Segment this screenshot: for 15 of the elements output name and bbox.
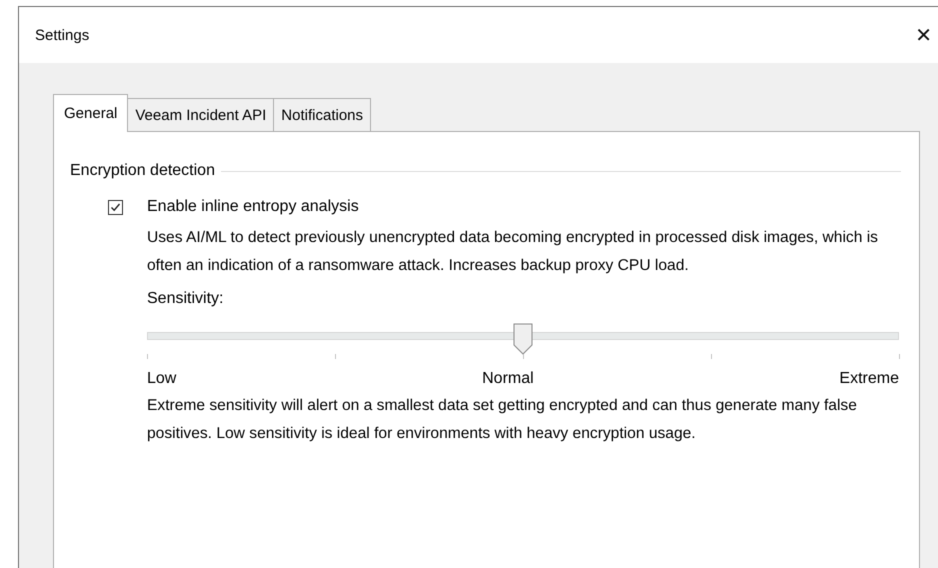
check-icon bbox=[110, 202, 121, 212]
checkbox-label[interactable]: Enable inline entropy analysis bbox=[147, 198, 359, 216]
tab[interactable]: General bbox=[53, 94, 128, 132]
slider-tick-label: Normal bbox=[482, 370, 534, 388]
slider-label: Sensitivity: bbox=[147, 290, 224, 308]
note-text: Extreme sensitivity will alert on a smallest data set getting encrypted and can thus generate many false positives. Low sensitivity is ideal for environments with heavy encryption usage. bbox=[147, 396, 858, 444]
slider-tick-label: Extreme bbox=[839, 370, 899, 388]
slider-thumb[interactable] bbox=[513, 323, 533, 355]
tab[interactable]: Notifications bbox=[273, 98, 371, 131]
checkbox[interactable] bbox=[108, 200, 123, 214]
description-text: Uses AI/ML to detect previously unencrypted data becoming encrypted in processed disk images, which is often an indication of a ransomware attack. Increases backup proxy CPU load. bbox=[147, 228, 879, 276]
window-title: Settings bbox=[35, 26, 90, 44]
close-button[interactable]: ✕ bbox=[909, 23, 938, 47]
group-title: Encryption detection bbox=[70, 162, 215, 180]
slider-tick-label: Low bbox=[147, 370, 176, 388]
